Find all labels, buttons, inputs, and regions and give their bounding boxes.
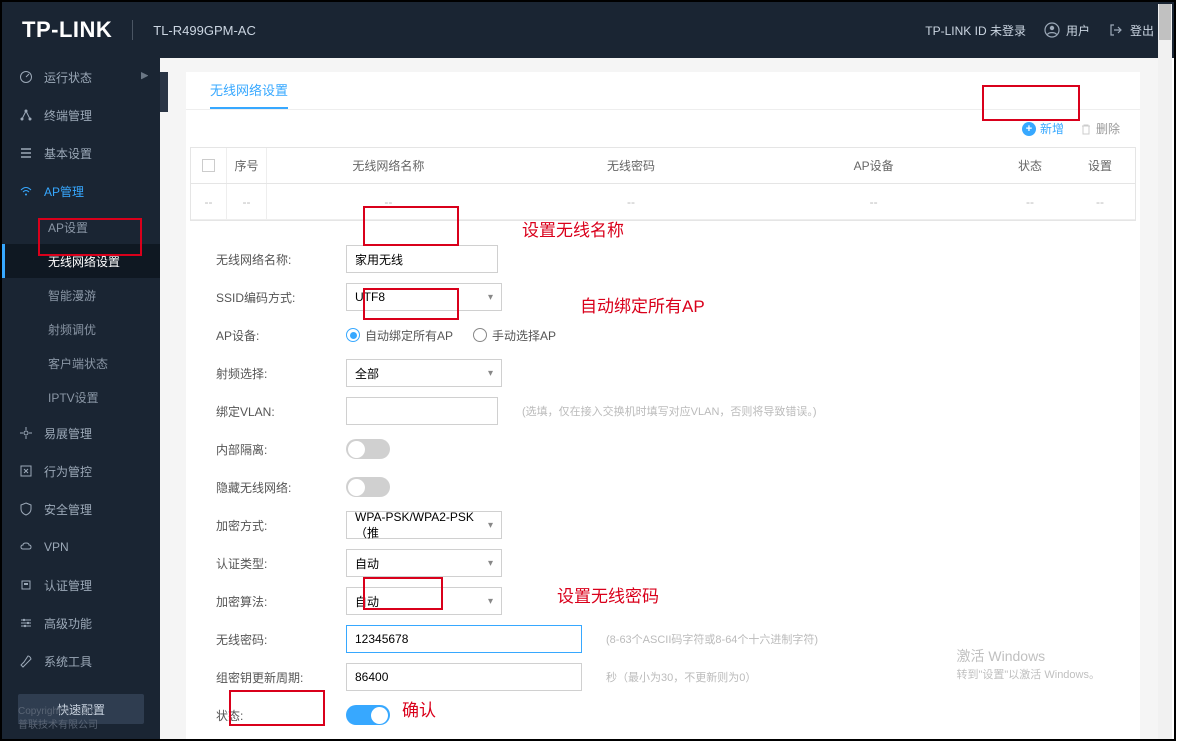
isolate-toggle[interactable]: [346, 439, 390, 459]
pwd-hint: (8-63个ASCII码字符或8-64个十六进制字符): [606, 631, 818, 647]
logout-button[interactable]: 登出: [1108, 22, 1154, 39]
network-icon: [18, 107, 34, 123]
ap-label: AP设备:: [216, 327, 346, 344]
model-name: TL-R499GPM-AC: [153, 23, 256, 38]
vlan-input[interactable]: [346, 397, 498, 425]
user-icon: [1044, 22, 1060, 38]
algo-label: 加密算法:: [216, 593, 346, 610]
name-label: 无线网络名称:: [216, 251, 346, 268]
col-name-header: 无线网络名称: [267, 157, 510, 174]
filter-icon: [18, 463, 34, 479]
trash-icon: [1080, 123, 1092, 135]
wireless-table: 序号 无线网络名称 无线密码 AP设备 状态 设置 -- -- -- -- --…: [190, 147, 1136, 221]
sidebar-sub-wireless[interactable]: 无线网络设置: [2, 244, 160, 278]
plus-icon: +: [1022, 122, 1036, 136]
windows-watermark: 激活 Windows 转到"设置"以激活 Windows。: [957, 646, 1101, 684]
chevron-right-icon: ▶: [141, 70, 148, 81]
vlan-label: 绑定VLAN:: [216, 403, 346, 420]
rf-label: 射频选择:: [216, 365, 346, 382]
ssid-label: SSID编码方式:: [216, 289, 346, 306]
auth-select[interactable]: 自动: [346, 549, 502, 577]
algo-select[interactable]: 自动: [346, 587, 502, 615]
ssid-select[interactable]: UTF8: [346, 283, 502, 311]
shield-icon: [18, 501, 34, 517]
sliders-icon: [18, 615, 34, 631]
enc-select[interactable]: WPA-PSK/WPA2-PSK（推: [346, 511, 502, 539]
tab-wireless[interactable]: 无线网络设置: [210, 72, 288, 109]
hide-toggle[interactable]: [346, 477, 390, 497]
dashboard-icon: [18, 69, 34, 85]
sidebar-sub-client[interactable]: 客户端状态: [2, 346, 160, 380]
wifi-icon: [18, 183, 34, 199]
name-input[interactable]: [346, 245, 498, 273]
pwd-input[interactable]: [346, 625, 582, 653]
user-button[interactable]: 用户: [1044, 22, 1090, 39]
sidebar-item-security[interactable]: 安全管理▶: [2, 490, 160, 528]
sidebar-sub-roaming[interactable]: 智能漫游: [2, 278, 160, 312]
vlan-hint: (选填，仅在接入交换机时填写对应VLAN，否则将导致错误。): [522, 403, 817, 419]
sidebar-item-tools[interactable]: 系统工具▶: [2, 642, 160, 680]
ap-manual-radio[interactable]: 手动选择AP: [473, 327, 556, 344]
col-ap-header: AP设备: [752, 157, 995, 174]
status-label: 状态:: [216, 707, 346, 724]
sidebar: 运行状态▶ 终端管理▶ 基本设置▶ AP管理 AP设置 无线网络设置 智能漫游 …: [2, 58, 160, 739]
radio-icon: [473, 328, 487, 342]
logout-icon: [1108, 22, 1124, 38]
mesh-icon: [18, 425, 34, 441]
rekey-input[interactable]: [346, 663, 582, 691]
sidebar-item-behavior[interactable]: 行为管控▶: [2, 452, 160, 490]
sidebar-item-vpn[interactable]: VPN▶: [2, 528, 160, 566]
add-button[interactable]: +新增: [1022, 120, 1064, 137]
sidebar-sub-ap-settings[interactable]: AP设置: [2, 210, 160, 244]
sidebar-item-advanced[interactable]: 高级功能▶: [2, 604, 160, 642]
auth-label: 认证类型:: [216, 555, 346, 572]
radio-icon: [346, 328, 360, 342]
enc-label: 加密方式:: [216, 517, 346, 534]
wrench-icon: [18, 653, 34, 669]
col-seq-header: 序号: [227, 148, 267, 183]
sidebar-item-terminal[interactable]: 终端管理▶: [2, 96, 160, 134]
hide-label: 隐藏无线网络:: [216, 479, 346, 496]
status-toggle[interactable]: [346, 705, 390, 725]
list-icon: [18, 145, 34, 161]
sidebar-item-basic[interactable]: 基本设置▶: [2, 134, 160, 172]
sidebar-item-ap[interactable]: AP管理: [2, 172, 160, 210]
col-set-header: 设置: [1065, 157, 1135, 174]
table-row-empty: -- -- -- -- -- -- --: [191, 184, 1135, 220]
col-status-header: 状态: [995, 157, 1065, 174]
logo: TP-LINK: [22, 17, 112, 43]
sidebar-collapse-handle[interactable]: [160, 72, 168, 112]
isolate-label: 内部隔离:: [216, 441, 346, 458]
col-pwd-header: 无线密码: [510, 157, 753, 174]
sidebar-item-status[interactable]: 运行状态▶: [2, 58, 160, 96]
tplink-id-status[interactable]: TP-LINK ID 未登录: [925, 22, 1026, 39]
tab-bar: 无线网络设置: [186, 72, 1140, 110]
cloud-icon: [18, 539, 34, 555]
rekey-hint: 秒（最小为30，不更新则为0）: [606, 669, 756, 685]
main-area: 无线网络设置 +新增 删除 序号 无线网络名称 无线密码 AP设备 状态 设置 …: [160, 58, 1158, 739]
select-all-checkbox[interactable]: [202, 159, 215, 172]
badge-icon: [18, 577, 34, 593]
sidebar-item-mesh[interactable]: 易展管理▶: [2, 414, 160, 452]
divider: [132, 20, 133, 40]
delete-button[interactable]: 删除: [1080, 120, 1120, 137]
sidebar-sub-iptv[interactable]: IPTV设置: [2, 380, 160, 414]
header: TP-LINK TL-R499GPM-AC TP-LINK ID 未登录 用户 …: [2, 2, 1174, 58]
ap-auto-radio[interactable]: 自动绑定所有AP: [346, 327, 453, 344]
copyright: Copyright © 2020 普联技术有限公司: [18, 705, 98, 733]
sidebar-item-auth[interactable]: 认证管理▶: [2, 566, 160, 604]
rekey-label: 组密钥更新周期:: [216, 669, 346, 686]
vertical-scrollbar[interactable]: [1158, 4, 1172, 741]
sidebar-sub-rf[interactable]: 射频调优: [2, 312, 160, 346]
rf-select[interactable]: 全部: [346, 359, 502, 387]
pwd-label: 无线密码:: [216, 631, 346, 648]
